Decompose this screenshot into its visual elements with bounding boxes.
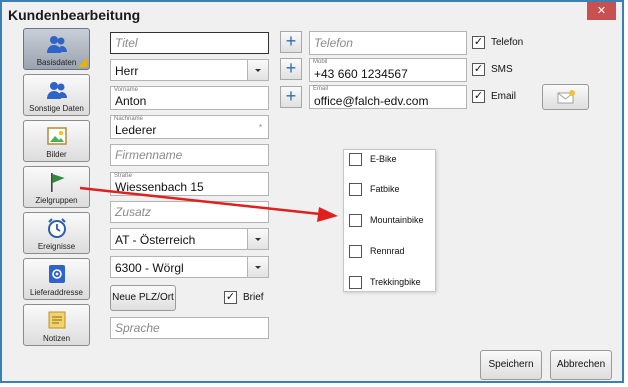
annotation-arrow — [79, 186, 338, 222]
customer-edit-window: Kundenbearbeitung ✕ Basisdaten Sonstige … — [0, 0, 624, 383]
